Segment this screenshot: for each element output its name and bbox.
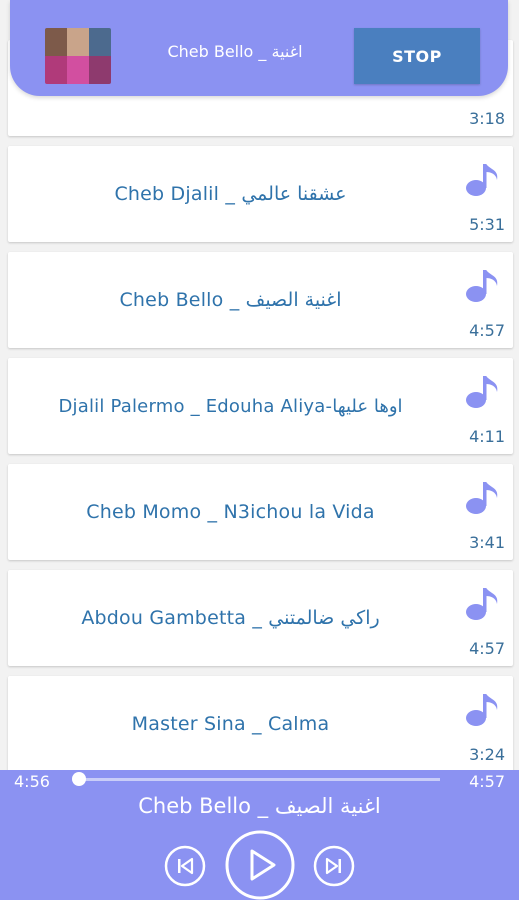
song-item[interactable]: Cheb Djalil _ عشقنا عالمي 5:31 xyxy=(8,146,513,242)
now-playing-bar: Cheb Bello _ اغنية STOP xyxy=(10,0,508,96)
now-playing-title: Cheb Bello _ اغنية xyxy=(167,42,303,61)
current-time: 4:56 xyxy=(14,772,50,791)
music-note-icon xyxy=(466,164,498,196)
song-item[interactable]: Djalil Palermo _ Edouha Aliya-اوها عليها… xyxy=(8,358,513,454)
stop-button[interactable]: STOP xyxy=(354,28,480,84)
song-title: Abdou Gambetta _ راكي ضالمتني xyxy=(81,607,380,629)
music-note-icon xyxy=(466,482,498,514)
song-title: Cheb Bello _ اغنية الصيف xyxy=(119,289,342,311)
song-duration: 5:31 xyxy=(469,215,505,234)
skip-next-icon[interactable] xyxy=(313,845,355,887)
song-title: Master Sina _ Calma xyxy=(131,713,330,735)
song-title: Cheb Momo _ N3ichou la Vida xyxy=(86,501,375,523)
player-controls: 4:56 4:57 Cheb Bello _ اغنية الصيف xyxy=(0,770,519,900)
total-time: 4:57 xyxy=(469,772,505,791)
album-thumbnail xyxy=(45,28,111,84)
song-duration: 3:24 xyxy=(469,745,505,764)
music-note-icon xyxy=(466,694,498,726)
song-duration: 3:18 xyxy=(469,109,505,128)
song-item[interactable]: Cheb Momo _ N3ichou la Vida 3:41 xyxy=(8,464,513,560)
seek-bar-thumb[interactable] xyxy=(72,772,87,786)
skip-previous-icon[interactable] xyxy=(164,845,206,887)
song-duration: 4:11 xyxy=(469,427,505,446)
song-item[interactable]: Master Sina _ Calma 3:24 xyxy=(8,676,513,770)
song-duration: 4:57 xyxy=(469,321,505,340)
music-note-icon xyxy=(466,376,498,408)
music-note-icon xyxy=(466,588,498,620)
play-icon[interactable] xyxy=(224,829,296,900)
player-song-title: Cheb Bello _ اغنية الصيف xyxy=(138,794,381,818)
seek-bar[interactable] xyxy=(72,772,440,786)
song-duration: 3:41 xyxy=(469,533,505,552)
song-item[interactable]: Cheb Bello _ اغنية الصيف 4:57 xyxy=(8,252,513,348)
music-note-icon xyxy=(466,270,498,302)
song-title: Djalil Palermo _ Edouha Aliya-اوها عليها xyxy=(58,395,403,417)
song-item[interactable]: Abdou Gambetta _ راكي ضالمتني 4:57 xyxy=(8,570,513,666)
song-list: 3:18 Cheb Djalil _ عشقنا عالمي 5:31 Cheb… xyxy=(0,0,519,770)
song-title: Cheb Djalil _ عشقنا عالمي xyxy=(114,183,347,205)
song-duration: 4:57 xyxy=(469,639,505,658)
